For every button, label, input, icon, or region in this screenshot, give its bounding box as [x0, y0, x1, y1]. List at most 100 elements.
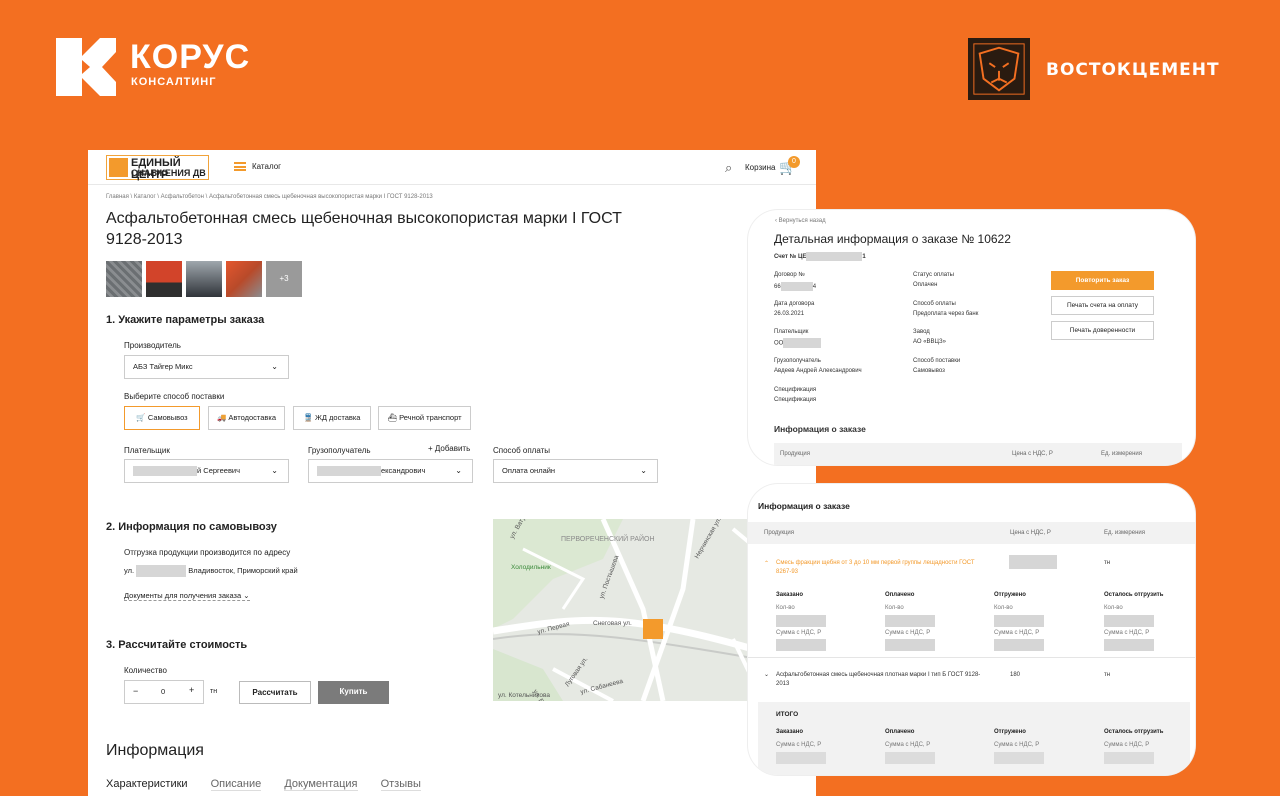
repeat-order-button[interactable]: Повторить заказ — [1051, 271, 1154, 290]
gallery-thumb[interactable] — [106, 261, 142, 297]
delivery-auto-button[interactable]: 🚚 Автодоставка — [208, 406, 285, 430]
row2-product[interactable]: Асфальтобетонная смесь щебеночная плотна… — [776, 671, 988, 689]
vostokcement-title: ВОСТОКЦЕМЕНТ — [1046, 60, 1220, 80]
order-details-card: ‹ Вернуться назад Детальная информация о… — [748, 210, 1195, 465]
col-product: Продукция — [764, 530, 795, 536]
status-shipped: Отгружено — [994, 592, 1026, 598]
chevron-down-icon: ⌄ — [455, 466, 462, 475]
sum-label: Сумма с НДС, Р — [1104, 742, 1150, 748]
minus-icon[interactable]: − — [133, 686, 138, 696]
info-heading: Информация — [106, 742, 204, 759]
qty-unit: тн — [210, 688, 218, 695]
status-shipped: Отгружено — [994, 729, 1026, 735]
cart-link[interactable]: Корзина — [745, 163, 775, 172]
payer-label: Плательщик — [124, 446, 170, 455]
manufacturer-label: Производитель — [124, 341, 181, 350]
tab-description[interactable]: Описание — [210, 778, 262, 791]
payer-select[interactable]: й Сергеевич ⌄ — [124, 459, 289, 483]
qty-label: Кол-во — [885, 605, 904, 611]
delivery-rail-button[interactable]: 🚆 ЖД доставка — [293, 406, 371, 430]
qty-label: Кол-во — [1104, 605, 1123, 611]
search-icon[interactable]: ⌕ — [725, 160, 732, 176]
gallery-thumb[interactable] — [186, 261, 222, 297]
tab-reviews[interactable]: Отзывы — [380, 778, 421, 791]
add-consignee-link[interactable]: + Добавить — [428, 444, 470, 453]
delivery-auto-label: Автодоставка — [228, 413, 277, 422]
step2-heading: 2. Информация по самовывозу — [106, 521, 277, 533]
qty-label: Кол-во — [776, 605, 795, 611]
site-logo-icon — [109, 158, 128, 177]
invoice-label: Счет № ЦЕ — [774, 254, 807, 261]
site-logo[interactable]: ЕДИНЫЙ ЦЕНТР СНАБЖЕНИЯ ДВ — [106, 155, 209, 181]
payment-select[interactable]: Оплата онлайн ⌄ — [493, 459, 658, 483]
qty-value[interactable]: 0 — [161, 687, 165, 696]
product-page: ЕДИНЫЙ ЦЕНТР СНАБЖЕНИЯ ДВ Каталог ⌕ Корз… — [88, 150, 816, 796]
delivery-pickup-button[interactable]: 🛒 Самовывоз — [124, 406, 200, 430]
manufacturer-select[interactable]: АБЗ Тайгер Микс ⌄ — [124, 355, 289, 379]
redacted-block — [1104, 639, 1154, 651]
korus-logo-icon — [56, 38, 116, 96]
chevron-up-icon[interactable]: ⌃ — [764, 560, 769, 567]
gallery-thumb-more[interactable]: +3 — [266, 261, 302, 297]
sum-label: Сумма с НДС, Р — [994, 630, 1040, 636]
manufacturer-value: АБЗ Тайгер Микс — [133, 362, 193, 371]
redacted-block — [885, 615, 935, 627]
map-district-label: ПЕРВОРЕЧЕНСКИЙ РАЙОН — [561, 534, 655, 543]
redacted-block — [133, 466, 197, 477]
col-product: Продукция — [780, 451, 811, 457]
redacted-block — [783, 338, 822, 348]
redacted-block — [885, 752, 935, 764]
col-unit: Ед. измерения — [1104, 530, 1145, 536]
buy-button[interactable]: Купить — [318, 681, 389, 704]
step3-heading: 3. Рассчитайте стоимость — [106, 639, 248, 651]
status-paid: Оплачено — [885, 592, 915, 598]
redacted-block — [317, 466, 381, 477]
quantity-stepper[interactable]: − 0 + — [124, 680, 204, 704]
col-price: Цена с НДС, Р — [1012, 451, 1053, 457]
redacted-block — [776, 639, 826, 651]
docs-link[interactable]: Документы для получения заказа ⌄ — [124, 591, 250, 601]
total-label: ИТОГО — [776, 711, 799, 718]
tab-documentation[interactable]: Документация — [284, 778, 358, 791]
redacted-block — [1009, 555, 1057, 569]
calculate-button[interactable]: Рассчитать — [239, 681, 311, 704]
catalog-link[interactable]: Каталог — [252, 162, 281, 171]
sum-label: Сумма с НДС, Р — [776, 742, 822, 748]
plus-icon[interactable]: + — [189, 685, 194, 695]
redacted-block — [885, 639, 935, 651]
chevron-down-icon[interactable]: ⌄ — [764, 671, 769, 678]
totals-section: ИТОГО Заказано Оплачено Отгружено Остало… — [758, 702, 1190, 775]
pay-status-label: Статус оплаты — [913, 272, 954, 278]
delivery-value: Самовывоз — [913, 368, 945, 374]
consignee-value: ександрович — [381, 466, 426, 475]
menu-icon[interactable] — [234, 162, 246, 171]
row1-product[interactable]: Смесь фракции щебня от 3 до 10 мм первой… — [776, 559, 988, 577]
col-price: Цена с НДС, Р — [1010, 530, 1051, 536]
map-marker-icon[interactable] — [643, 619, 663, 639]
gallery-thumb[interactable] — [226, 261, 262, 297]
gallery-thumb[interactable] — [146, 261, 182, 297]
consignee-value: Авдеев Андрей Александрович — [774, 368, 862, 374]
delivery-label: Выберите способ поставки — [124, 392, 225, 401]
pay-status: Оплачен — [913, 282, 938, 288]
redacted-block — [994, 615, 1044, 627]
back-link[interactable]: ‹ Вернуться назад — [775, 218, 826, 224]
spec-value[interactable]: Спецификация — [774, 397, 816, 403]
status-ordered: Заказано — [776, 729, 804, 735]
breadcrumb[interactable]: Главная \ Каталог \ Асфальтобетон \ Асфа… — [106, 194, 433, 200]
print-poa-button[interactable]: Печать доверенности — [1051, 321, 1154, 340]
print-invoice-button[interactable]: Печать счета на оплату — [1051, 296, 1154, 315]
tab-characteristics[interactable]: Характеристики — [106, 778, 188, 790]
order-table-heading: Информация о заказе — [758, 501, 850, 511]
consignee-label: Грузополучатель — [774, 358, 821, 364]
plant-label: Завод — [913, 329, 930, 335]
chevron-down-icon: ⌄ — [243, 591, 250, 600]
sum-label: Сумма с НДС, Р — [1104, 630, 1150, 636]
delivery-river-button[interactable]: ⛴ Речной транспорт — [378, 406, 471, 430]
sum-label: Сумма с НДС, Р — [994, 742, 1040, 748]
status-ordered: Заказано — [776, 592, 804, 598]
consignee-select[interactable]: ександрович ⌄ — [308, 459, 473, 483]
status-remaining: Осталось отгрузить — [1104, 592, 1164, 598]
info-tabs: Характеристики Описание Документация Отз… — [106, 778, 441, 791]
redacted-block — [776, 615, 826, 627]
